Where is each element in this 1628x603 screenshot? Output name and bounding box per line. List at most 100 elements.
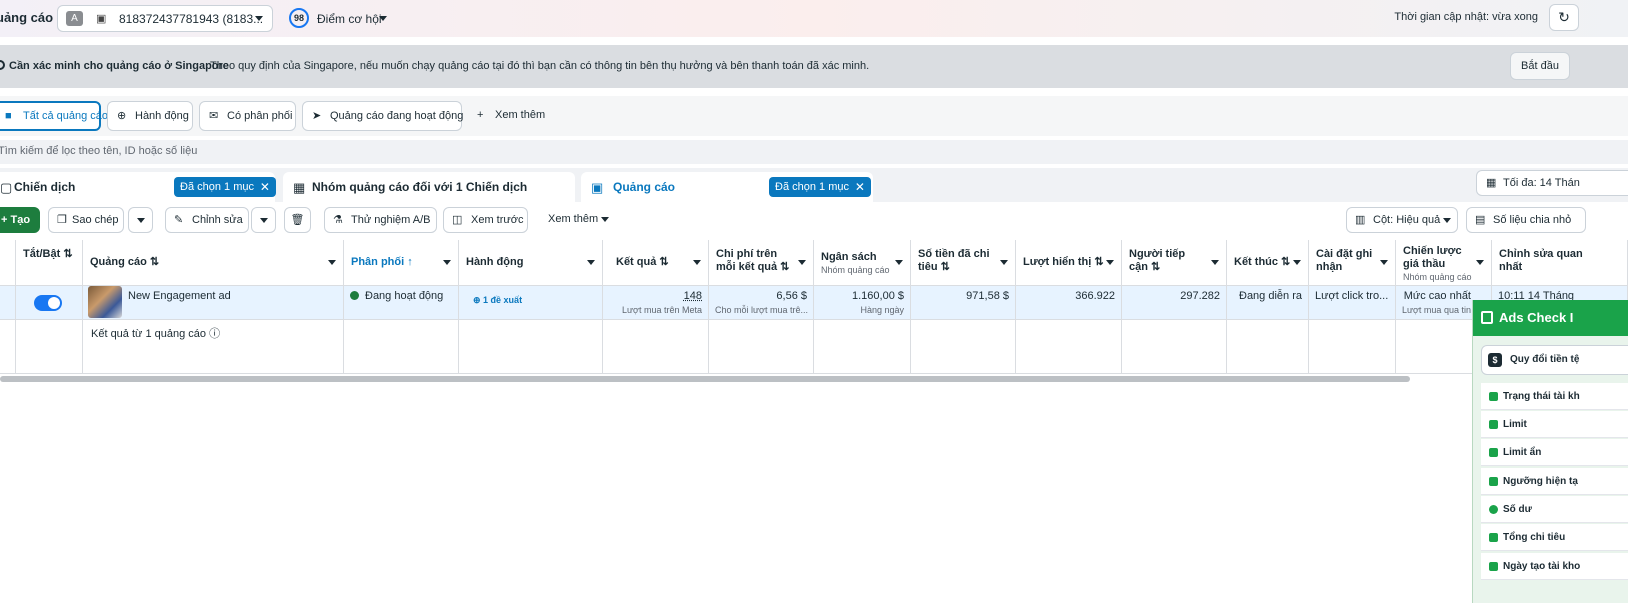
plus-icon: + [477,109,484,121]
chevron-down-icon[interactable] [1000,260,1008,265]
panel-item-threshold[interactable]: Ngưỡng hiện tạ [1481,468,1628,495]
ab-test-button[interactable]: ⚗ Thử nghiệm A/B [324,207,437,233]
horizontal-scrollbar[interactable] [0,376,1410,382]
chevron-down-icon[interactable] [443,260,451,265]
account-avatar: A [66,11,83,26]
header-last-edit[interactable]: Chỉnh sửa quan nhất [1492,240,1628,286]
row-actions[interactable]: ⊕ 1 đề xuất [459,286,603,320]
info-icon[interactable]: ⓘ [209,328,220,340]
chevron-down-icon[interactable] [1106,260,1114,265]
row-budget: 1.160,00 $ Hàng ngày [814,286,911,320]
chip-delivering[interactable]: ✉ Có phân phối [199,101,296,131]
top-bar: uảng cáo A ▣ 818372437781943 (8183... 98… [0,0,1628,37]
duplicate-button[interactable]: ❐ Sao chép [48,207,124,233]
copy-icon: ❐ [57,214,67,226]
header-results[interactable]: Kết quả ⇅ [603,240,709,286]
search-placeholder: Tìm kiếm để lọc theo tên, ID hoặc số liệ… [0,145,198,157]
header-toggle[interactable]: Tắt/Bật ⇅ [16,240,83,286]
header-reach[interactable]: Người tiếp cận ⇅ [1122,240,1227,286]
header-delivery[interactable]: Phân phối ↑ [344,240,459,286]
refresh-icon: ↻ [1558,9,1570,25]
info-icon [0,60,5,70]
panel-item-total-spend[interactable]: Tổng chi tiêu [1481,524,1628,551]
edit-dropdown[interactable] [251,207,276,233]
header-impressions[interactable]: Lượt hiển thị ⇅ [1016,240,1122,286]
date-range-button[interactable]: ▦ Tối đa: 14 Thán [1476,170,1628,196]
banner-title: Cần xác minh cho quảng cáo ở Singapore [9,60,229,72]
ad-icon: ▣ [591,180,604,195]
chevron-down-icon [259,217,268,223]
delete-button[interactable]: 🗑 [284,207,311,233]
chip-all-ads[interactable]: ■ Tất cả quảng cáo [0,101,108,131]
close-icon[interactable]: ✕ [260,177,270,197]
panel-item-hidden-limit[interactable]: Limit ẩn [1481,439,1628,466]
header-cost-per-result[interactable]: Chi phí trên mỗi kết quả ⇅ [709,240,814,286]
select-all-header[interactable] [0,240,16,286]
header-attribution[interactable]: Cài đặt ghi nhận [1309,240,1396,286]
panel-header[interactable]: Ads Check I [1473,300,1628,336]
account-selector[interactable]: A ▣ 818372437781943 (8183... [57,5,273,32]
close-icon[interactable]: ✕ [855,177,865,197]
row-ad-name[interactable]: New Engagement ad [83,286,344,320]
header-actions[interactable]: Hành động [459,240,603,286]
summary-cell [709,320,814,374]
adset-icon: ▦ [293,180,306,195]
columns-button[interactable]: ▥ Cột: Hiệu quả [1346,207,1458,233]
calendar-icon [1489,562,1498,571]
panel-item-limit[interactable]: Limit [1481,411,1628,438]
search-input[interactable]: Tìm kiếm để lọc theo tên, ID hoặc số liệ… [0,140,1628,164]
breakdown-button[interactable]: ▤ Số liệu chia nhỏ [1466,207,1586,233]
preview-button[interactable]: ◫ Xem trước [443,207,528,233]
preview-icon: ◫ [452,214,463,226]
tab-ads[interactable]: ▣ Quảng cáo Đã chọn 1 mục ✕ [581,172,873,202]
chevron-down-icon[interactable] [1293,260,1301,265]
panel-item-balance[interactable]: Số dư [1481,496,1628,523]
panel-item-account-status[interactable]: Trạng thái tài kh [1481,383,1628,410]
chevron-down-icon [379,16,387,21]
header-budget[interactable]: Ngân sách Nhóm quảng cáo [814,240,911,286]
hidden-limit-icon [1489,448,1498,457]
balance-icon [1489,505,1498,514]
chevron-down-icon [255,16,263,21]
duplicate-dropdown[interactable] [128,207,153,233]
create-button[interactable]: + Tạo [0,207,40,233]
selected-badge[interactable]: Đã chọn 1 mục ✕ [174,177,276,197]
currency-icon: $ [1488,353,1502,367]
chevron-down-icon[interactable] [328,260,336,265]
header-end[interactable]: Kết thúc ⇅ [1227,240,1309,286]
chevron-down-icon[interactable] [693,260,701,265]
summary-cell [0,320,16,374]
ad-account-icon: ▣ [96,13,107,25]
header-bid-strategy[interactable]: Chiến lược giá thầu Nhóm quảng cáo [1396,240,1492,286]
chip-actions[interactable]: ⊕ Hành động [107,101,193,131]
selected-badge[interactable]: Đã chọn 1 mục ✕ [769,177,871,197]
edit-button[interactable]: ✎ Chỉnh sửa [165,207,249,233]
more-button[interactable]: Xem thêm [538,207,618,233]
ads-icon: ■ [5,110,12,122]
chevron-down-icon[interactable] [1380,260,1388,265]
refresh-button[interactable]: ↻ [1549,4,1579,31]
header-ad[interactable]: Quảng cáo ⇅ [83,240,344,286]
opportunity-score-label: Điểm cơ hội [317,12,382,26]
ad-toggle[interactable] [34,295,62,311]
chip-see-more[interactable]: + Xem thêm [468,101,558,131]
chevron-down-icon[interactable] [895,260,903,265]
ad-thumbnail[interactable] [88,286,122,318]
page-title: uảng cáo [0,10,54,25]
panel-item-created-date[interactable]: Ngày tạo tài kho [1481,553,1628,580]
chip-active-ads[interactable]: ➤ Quảng cáo đang hoạt động [302,101,463,131]
start-button[interactable]: Bắt đầu [1510,52,1570,80]
row-select-cell[interactable] [0,286,16,320]
tab-adsets[interactable]: ▦ Nhóm quảng cáo đối với 1 Chiến dịch [283,172,575,202]
delivery-icon: ✉ [209,110,219,122]
chevron-down-icon[interactable] [1211,260,1219,265]
row-results: 148 Lượt mua trên Meta [603,286,709,320]
currency-conversion-button[interactable]: $ Quy đổi tiền tệ [1481,345,1628,375]
chevron-down-icon[interactable] [798,260,806,265]
tab-campaigns[interactable]: ▢ Chiến dịch Đã chọn 1 mục ✕ [0,172,276,202]
toolbar: + Tạo ❐ Sao chép ✎ Chỉnh sửa 🗑 ⚗ Thử nghiệm… [0,202,1628,238]
header-amount-spent[interactable]: Số tiền đã chi tiêu ⇅ [911,240,1016,286]
row-attribution: Lượt click tro... [1309,286,1396,320]
chevron-down-icon[interactable] [1476,260,1484,265]
chevron-down-icon[interactable] [587,260,595,265]
